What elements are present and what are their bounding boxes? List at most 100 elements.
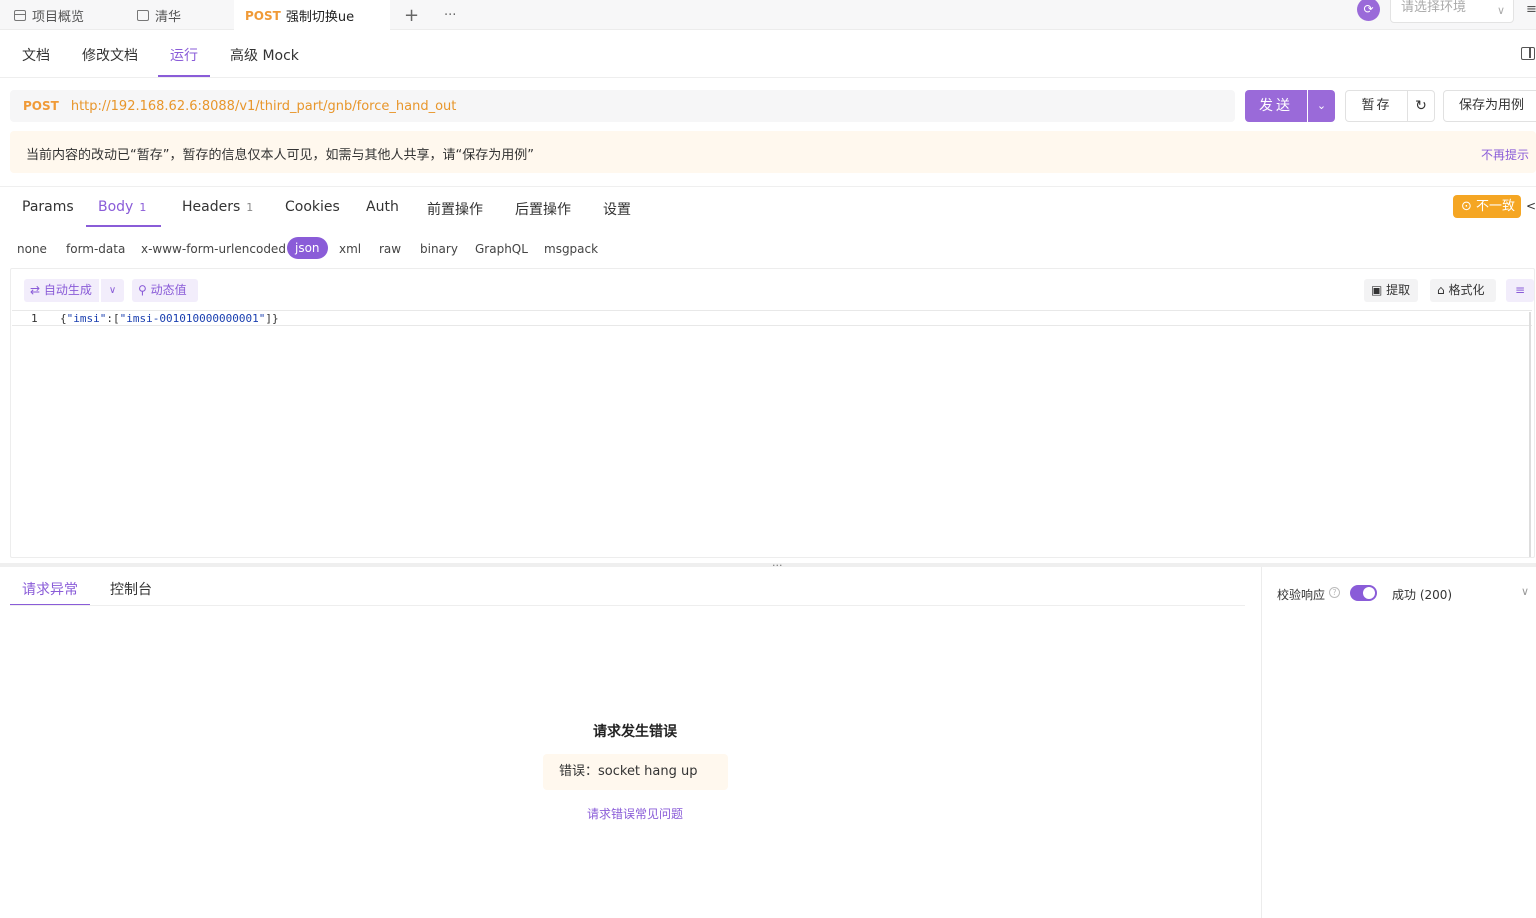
body-type-graphql[interactable]: GraphQL — [475, 242, 528, 256]
error-faq-link[interactable]: 请求错误常见问题 — [0, 805, 1270, 822]
folder-icon — [137, 9, 149, 21]
pane-splitter[interactable] — [0, 563, 1536, 567]
warning-icon: ⊙ — [1461, 199, 1477, 214]
chevron-down-icon: ⌄ — [1316, 99, 1327, 112]
tab-label: 设置 — [603, 202, 631, 218]
tab-label: Params — [22, 199, 74, 215]
tab-params[interactable]: Params — [22, 199, 74, 215]
body-type-none[interactable]: none — [17, 242, 47, 256]
body-type-json[interactable]: json — [287, 237, 328, 259]
environment-placeholder: 请选择环境 — [1401, 0, 1467, 15]
tab-cookies[interactable]: Cookies — [285, 199, 340, 215]
button-label: 提取 — [1386, 283, 1411, 297]
code-token: { — [60, 312, 67, 325]
reset-button[interactable]: ↻ — [1407, 90, 1435, 122]
tab-request-error[interactable]: 请求异常 — [22, 579, 78, 599]
line-number: 1 — [31, 312, 38, 325]
code-token: :[ — [106, 312, 120, 325]
tab-label: Headers — [182, 199, 241, 215]
tab-edit-doc[interactable]: 修改文档 — [82, 45, 138, 65]
top-tab-bar: 项目概览 清华 POST 强制切换ue + ··· ⟳ 请选择环境 ∨ ≡ — [0, 0, 1536, 31]
send-dropdown-button[interactable]: ⌄ — [1308, 90, 1335, 122]
tab-doc[interactable]: 文档 — [22, 45, 50, 65]
sync-icon[interactable]: ⟳ — [1357, 0, 1380, 21]
tab-body[interactable]: Body 1 — [98, 199, 146, 215]
body-type-binary[interactable]: binary — [420, 242, 458, 256]
button-label: 动态值 — [150, 283, 187, 297]
tab-mock[interactable]: 高级 Mock — [230, 45, 299, 65]
tab-pre-ops[interactable]: 前置操作 — [427, 199, 483, 219]
button-label: 格式化 — [1448, 283, 1485, 297]
url-input[interactable]: http://192.168.62.6:8088/v1/third_part/g… — [71, 99, 457, 114]
tab-post-ops[interactable]: 后置操作 — [515, 199, 571, 219]
body-type-form-data[interactable]: form-data — [66, 242, 125, 256]
auto-generate-dropdown[interactable]: ∨ — [101, 279, 124, 302]
swap-icon: ⇄ — [30, 283, 44, 297]
body-type-msgpack[interactable]: msgpack — [544, 242, 598, 256]
tab-label: Cookies — [285, 199, 340, 215]
notice-text: 当前内容的改动已“暂存”，暂存的信息仅本人可见，如需与其他人共享，请“保存为用例… — [26, 148, 534, 163]
format-button[interactable]: ⌂ 格式化 — [1430, 279, 1496, 302]
divider — [12, 310, 1532, 311]
body-type-raw[interactable]: raw — [379, 242, 401, 256]
tab-auth[interactable]: Auth — [366, 199, 399, 215]
tab-folder[interactable]: 清华 — [137, 0, 181, 30]
help-icon[interactable]: ? — [1329, 587, 1340, 598]
divider — [12, 325, 1532, 326]
body-type-xml[interactable]: xml — [339, 242, 361, 256]
divider — [1261, 567, 1262, 918]
divider — [0, 186, 1536, 187]
error-title: 请求发生错误 — [593, 724, 677, 740]
tab-label: 清华 — [155, 9, 182, 25]
count-badge: 1 — [139, 201, 147, 214]
active-tab-underline — [86, 225, 161, 227]
format-icon: ⌂ — [1437, 283, 1449, 297]
code-line[interactable]: {"imsi":["imsi-001010000000001"]} — [60, 312, 279, 325]
code-icon[interactable]: </ — [1526, 199, 1536, 213]
overview-icon — [14, 9, 26, 21]
tab-settings[interactable]: 设置 — [603, 199, 631, 219]
tab-headers[interactable]: Headers 1 — [182, 199, 253, 215]
add-tab-button[interactable]: + — [404, 0, 419, 30]
tab-active-request[interactable]: POST 强制切换ue — [234, 0, 390, 31]
wand-icon: ⚲ — [138, 283, 151, 297]
divider — [10, 605, 1245, 606]
dynamic-value-button[interactable]: ⚲ 动态值 — [132, 279, 198, 302]
method-label[interactable]: POST — [23, 99, 59, 113]
more-tabs-button[interactable]: ··· — [444, 0, 456, 30]
stash-notice: 当前内容的改动已“暂存”，暂存的信息仅本人可见，如需与其他人共享，请“保存为用例… — [10, 131, 1536, 173]
chevron-down-icon[interactable]: ∨ — [1521, 585, 1529, 598]
send-button[interactable]: 发送 — [1245, 90, 1307, 122]
code-key: "imsi" — [66, 312, 107, 325]
verify-response-toggle[interactable] — [1350, 585, 1377, 601]
url-bar[interactable]: POST http://192.168.62.6:8088/v1/third_p… — [10, 90, 1235, 122]
menu-icon[interactable]: ≡ — [1526, 2, 1536, 17]
auto-generate-button[interactable]: ⇄ 自动生成 — [24, 279, 99, 302]
chevron-down-icon: ∨ — [1496, 4, 1505, 17]
dismiss-notice-link[interactable]: 不再提示 — [1481, 146, 1529, 163]
tab-project-overview[interactable]: 项目概览 — [14, 0, 84, 30]
extract-button[interactable]: ▣ 提取 — [1364, 279, 1418, 302]
environment-select[interactable]: 请选择环境 ∨ — [1390, 0, 1514, 23]
wrap-lines-button[interactable]: ≡ — [1506, 279, 1534, 302]
response-status-select[interactable]: 成功 (200) — [1392, 586, 1452, 603]
save-as-case-button[interactable]: 保存为用例 — [1443, 90, 1536, 122]
stash-button[interactable]: 暂存 — [1345, 90, 1408, 122]
verify-response-label: 校验响应 — [1277, 588, 1326, 602]
inconsistent-badge[interactable]: ⊙ 不一致 — [1453, 195, 1521, 218]
editor-scrollbar[interactable] — [1529, 312, 1531, 557]
tab-label: Body — [98, 199, 134, 215]
tab-run[interactable]: 运行 — [170, 45, 198, 65]
body-type-urlencoded[interactable]: x-www-form-urlencoded — [141, 242, 286, 256]
drag-handle-icon[interactable]: ··· — [772, 559, 783, 572]
badge-label: 不一致 — [1476, 199, 1516, 214]
side-panel-icon[interactable] — [1521, 47, 1535, 60]
tab-label: 强制切换ue — [285, 10, 355, 25]
tab-console[interactable]: 控制台 — [110, 579, 152, 599]
chevron-down-icon: ∨ — [108, 285, 117, 296]
code-string: "imsi-001010000000001" — [119, 312, 266, 325]
tab-label: 前置操作 — [427, 202, 483, 218]
tab-label: 项目概览 — [32, 9, 85, 25]
code-token: ]} — [265, 312, 279, 325]
method-badge: POST — [245, 8, 281, 23]
